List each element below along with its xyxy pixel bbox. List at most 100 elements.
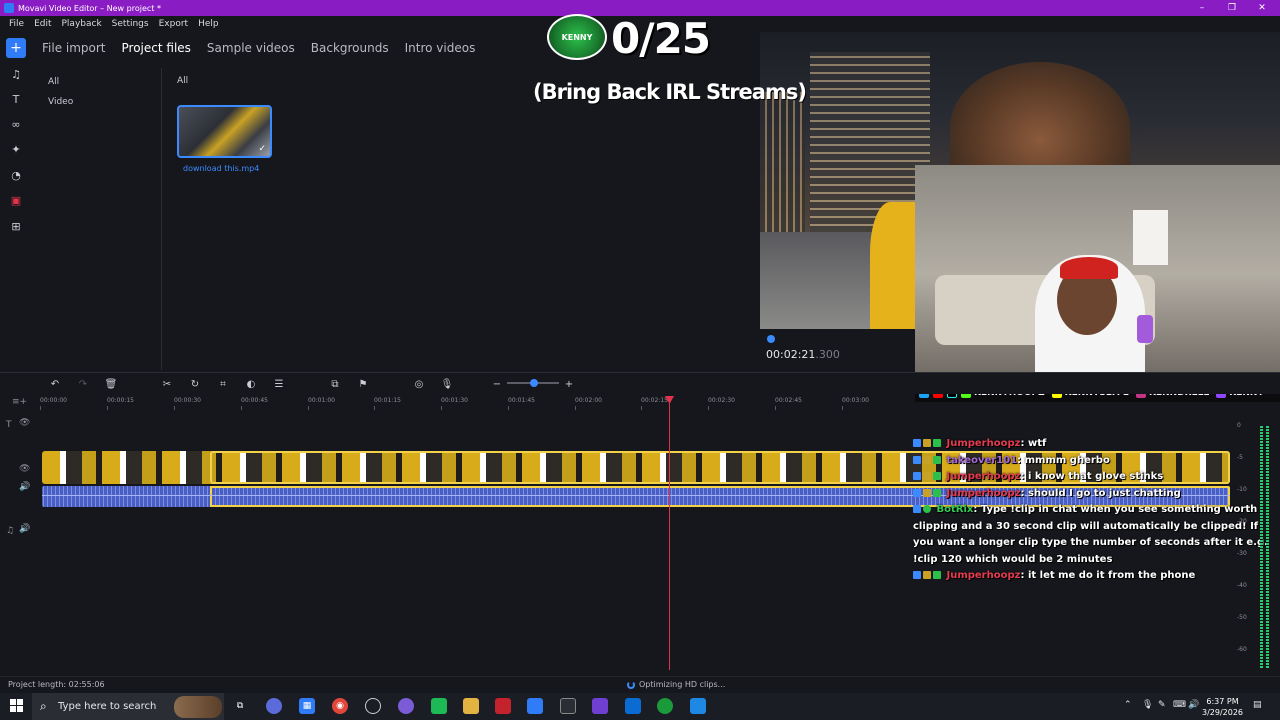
- outlook-icon[interactable]: [625, 698, 641, 714]
- task-view-icon[interactable]: ⧉: [232, 698, 248, 714]
- microphone-icon[interactable]: 🎙: [440, 377, 454, 391]
- github-icon[interactable]: [365, 698, 381, 714]
- menu-edit[interactable]: Edit: [34, 19, 51, 29]
- overlay-icon[interactable]: ⧉: [328, 377, 342, 391]
- music-track-icon: ♫: [6, 526, 15, 536]
- record-icon[interactable]: ▣: [6, 190, 26, 210]
- movavi-taskbar-icon[interactable]: [527, 698, 543, 714]
- vu-label: -20: [1237, 518, 1247, 525]
- app-icon-green[interactable]: [431, 698, 447, 714]
- check-icon: ✓: [258, 144, 266, 154]
- badge-icon: [933, 439, 941, 447]
- capcut-icon[interactable]: [560, 698, 576, 714]
- music-mute-icon[interactable]: 🔊: [19, 524, 30, 534]
- stream-subtitle: (Bring Back IRL Streams): [533, 80, 807, 104]
- record-screen-icon[interactable]: ◎: [412, 377, 426, 391]
- sticker-icon[interactable]: ◔: [6, 165, 26, 185]
- discord-icon[interactable]: [398, 698, 414, 714]
- media-header: All: [177, 76, 189, 86]
- audio-mute-icon[interactable]: 🔊: [19, 482, 30, 492]
- tab-backgrounds[interactable]: Backgrounds: [311, 41, 389, 55]
- menu-file[interactable]: File: [9, 19, 24, 29]
- more-tools-icon[interactable]: ⊞: [6, 216, 26, 236]
- chat-text: : it let me do it from the phone: [1020, 570, 1196, 581]
- tab-sample-videos[interactable]: Sample videos: [207, 41, 295, 55]
- tray-network-icon[interactable]: ⌨: [1173, 700, 1186, 710]
- music-icon[interactable]: ♫: [6, 64, 26, 84]
- file-explorer-icon[interactable]: [463, 698, 479, 714]
- crop-icon[interactable]: ⌗: [216, 377, 230, 391]
- chat-username: Jumperhoopz: [946, 487, 1021, 499]
- marker-icon[interactable]: ⚑: [356, 377, 370, 391]
- tray-chevron-icon[interactable]: ⌃: [1124, 700, 1132, 710]
- ruler-tick: 00:01:45: [508, 397, 535, 410]
- visibility-icon[interactable]: 👁: [19, 418, 30, 428]
- add-track-icon[interactable]: ≡+: [12, 397, 27, 407]
- zoom-in-icon[interactable]: +: [562, 377, 576, 391]
- text-icon[interactable]: T: [6, 89, 26, 109]
- zoom-slider-knob[interactable]: [530, 379, 538, 387]
- tray-mic-icon[interactable]: 🎙: [1142, 700, 1153, 710]
- chat-username: Jumperhoopz: [946, 438, 1021, 449]
- tab-project-files[interactable]: Project files: [122, 41, 191, 55]
- menu-help[interactable]: Help: [198, 19, 219, 29]
- xbox-icon[interactable]: [657, 698, 673, 714]
- tray-pen-icon[interactable]: ✎: [1158, 700, 1166, 710]
- timeline-ruler[interactable]: 00:00:00 00:00:15 00:00:30 00:00:45 00:0…: [40, 394, 1230, 410]
- zoom-out-icon[interactable]: −: [490, 377, 504, 391]
- playback-slider-knob[interactable]: [767, 335, 775, 343]
- category-video[interactable]: Video: [32, 88, 161, 108]
- streamer-cap: [1060, 257, 1118, 279]
- color-adjust-icon[interactable]: ◐: [244, 377, 258, 391]
- vu-label: -50: [1237, 614, 1247, 621]
- taskbar-search[interactable]: ⌕ Type here to search: [32, 693, 224, 720]
- tab-file-import[interactable]: File import: [42, 41, 106, 55]
- chat-message: Jumperhoopz: it let me do it from the ph…: [913, 568, 1268, 585]
- redo-icon[interactable]: ↷: [76, 377, 90, 391]
- channel-logo: KENNY: [547, 14, 607, 60]
- taskbar-clock[interactable]: 6:37 PM 3/29/2026: [1202, 696, 1243, 718]
- clip-properties-icon[interactable]: ☰: [272, 377, 286, 391]
- menu-export[interactable]: Export: [159, 19, 188, 29]
- tab-intro-videos[interactable]: Intro videos: [405, 41, 476, 55]
- app-window: Movavi Video Editor – New project * – ❐ …: [0, 0, 1280, 720]
- vu-label: -5: [1237, 454, 1243, 461]
- chat-text: : wtf: [1020, 438, 1047, 449]
- optimizing-status: Optimizing HD clips...: [639, 680, 726, 689]
- delete-icon[interactable]: 🗑: [104, 377, 118, 391]
- rotate-icon[interactable]: ↻: [188, 377, 202, 391]
- search-icon: ⌕: [40, 699, 47, 713]
- ruler-tick: 00:02:15: [641, 397, 668, 410]
- category-all[interactable]: All: [32, 68, 161, 88]
- media-file-name[interactable]: download this.mp4: [183, 164, 259, 173]
- effects-icon[interactable]: ✦: [6, 139, 26, 159]
- timecode-ms: .300: [815, 348, 840, 361]
- split-icon[interactable]: ✂: [160, 377, 174, 391]
- close-button[interactable]: ✕: [1248, 0, 1276, 16]
- timecode-main: 00:02:21: [766, 348, 816, 361]
- restore-button[interactable]: ❐: [1218, 0, 1246, 16]
- ruler-tick: 00:01:00: [308, 397, 335, 410]
- video-editor-icon[interactable]: [495, 698, 511, 714]
- menu-settings[interactable]: Settings: [112, 19, 149, 29]
- minimize-button[interactable]: –: [1188, 0, 1216, 16]
- undo-icon[interactable]: ↶: [48, 377, 62, 391]
- video-visibility-icon[interactable]: 👁: [19, 464, 30, 474]
- badge-icon: [923, 455, 931, 464]
- microphone: [1137, 315, 1153, 343]
- notification-icon[interactable]: ▤: [1253, 700, 1262, 710]
- add-icon[interactable]: +: [6, 38, 26, 58]
- app-icon-purple[interactable]: [592, 698, 608, 714]
- timeline-toolbar: ↶ ↷ 🗑 ✂ ↻ ⌗ ◐ ☰ ⧉ ⚑ ◎ 🎙 − +: [0, 372, 1280, 394]
- app-icon-blue[interactable]: [690, 698, 706, 714]
- tray-volume-icon[interactable]: 🔊: [1188, 700, 1199, 710]
- store-icon[interactable]: ▦: [299, 698, 315, 714]
- media-thumbnail[interactable]: ✓: [177, 105, 272, 158]
- chrome-icon[interactable]: ◉: [332, 698, 348, 714]
- menu-playback[interactable]: Playback: [62, 19, 102, 29]
- playhead-line[interactable]: [669, 396, 670, 670]
- windows-start-icon[interactable]: [10, 699, 23, 712]
- transitions-icon[interactable]: ∞: [6, 114, 26, 134]
- copilot-icon[interactable]: [266, 698, 282, 714]
- room-window: [1133, 210, 1168, 265]
